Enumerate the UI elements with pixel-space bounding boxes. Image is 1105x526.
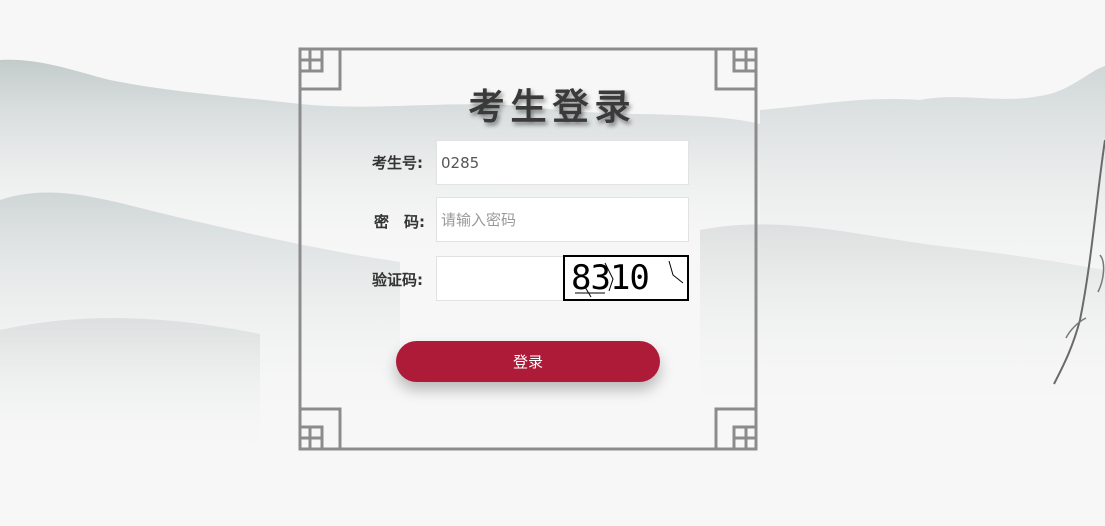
login-button[interactable]: 登录: [396, 341, 660, 382]
exam-no-label: 考生号:: [372, 154, 423, 172]
captcha-label: 验证码:: [372, 271, 423, 289]
password-label: 密 码:: [374, 213, 425, 231]
captcha-input[interactable]: [436, 256, 564, 301]
login-page: 考生登录 考生号: 密 码: 验证码: 8310 登录: [0, 0, 1105, 526]
captcha-text: 8310: [571, 258, 650, 298]
captcha-image[interactable]: 8310: [563, 255, 689, 301]
page-title: 考生登录: [468, 86, 637, 128]
password-input[interactable]: [436, 197, 689, 242]
exam-no-input[interactable]: [436, 140, 689, 185]
